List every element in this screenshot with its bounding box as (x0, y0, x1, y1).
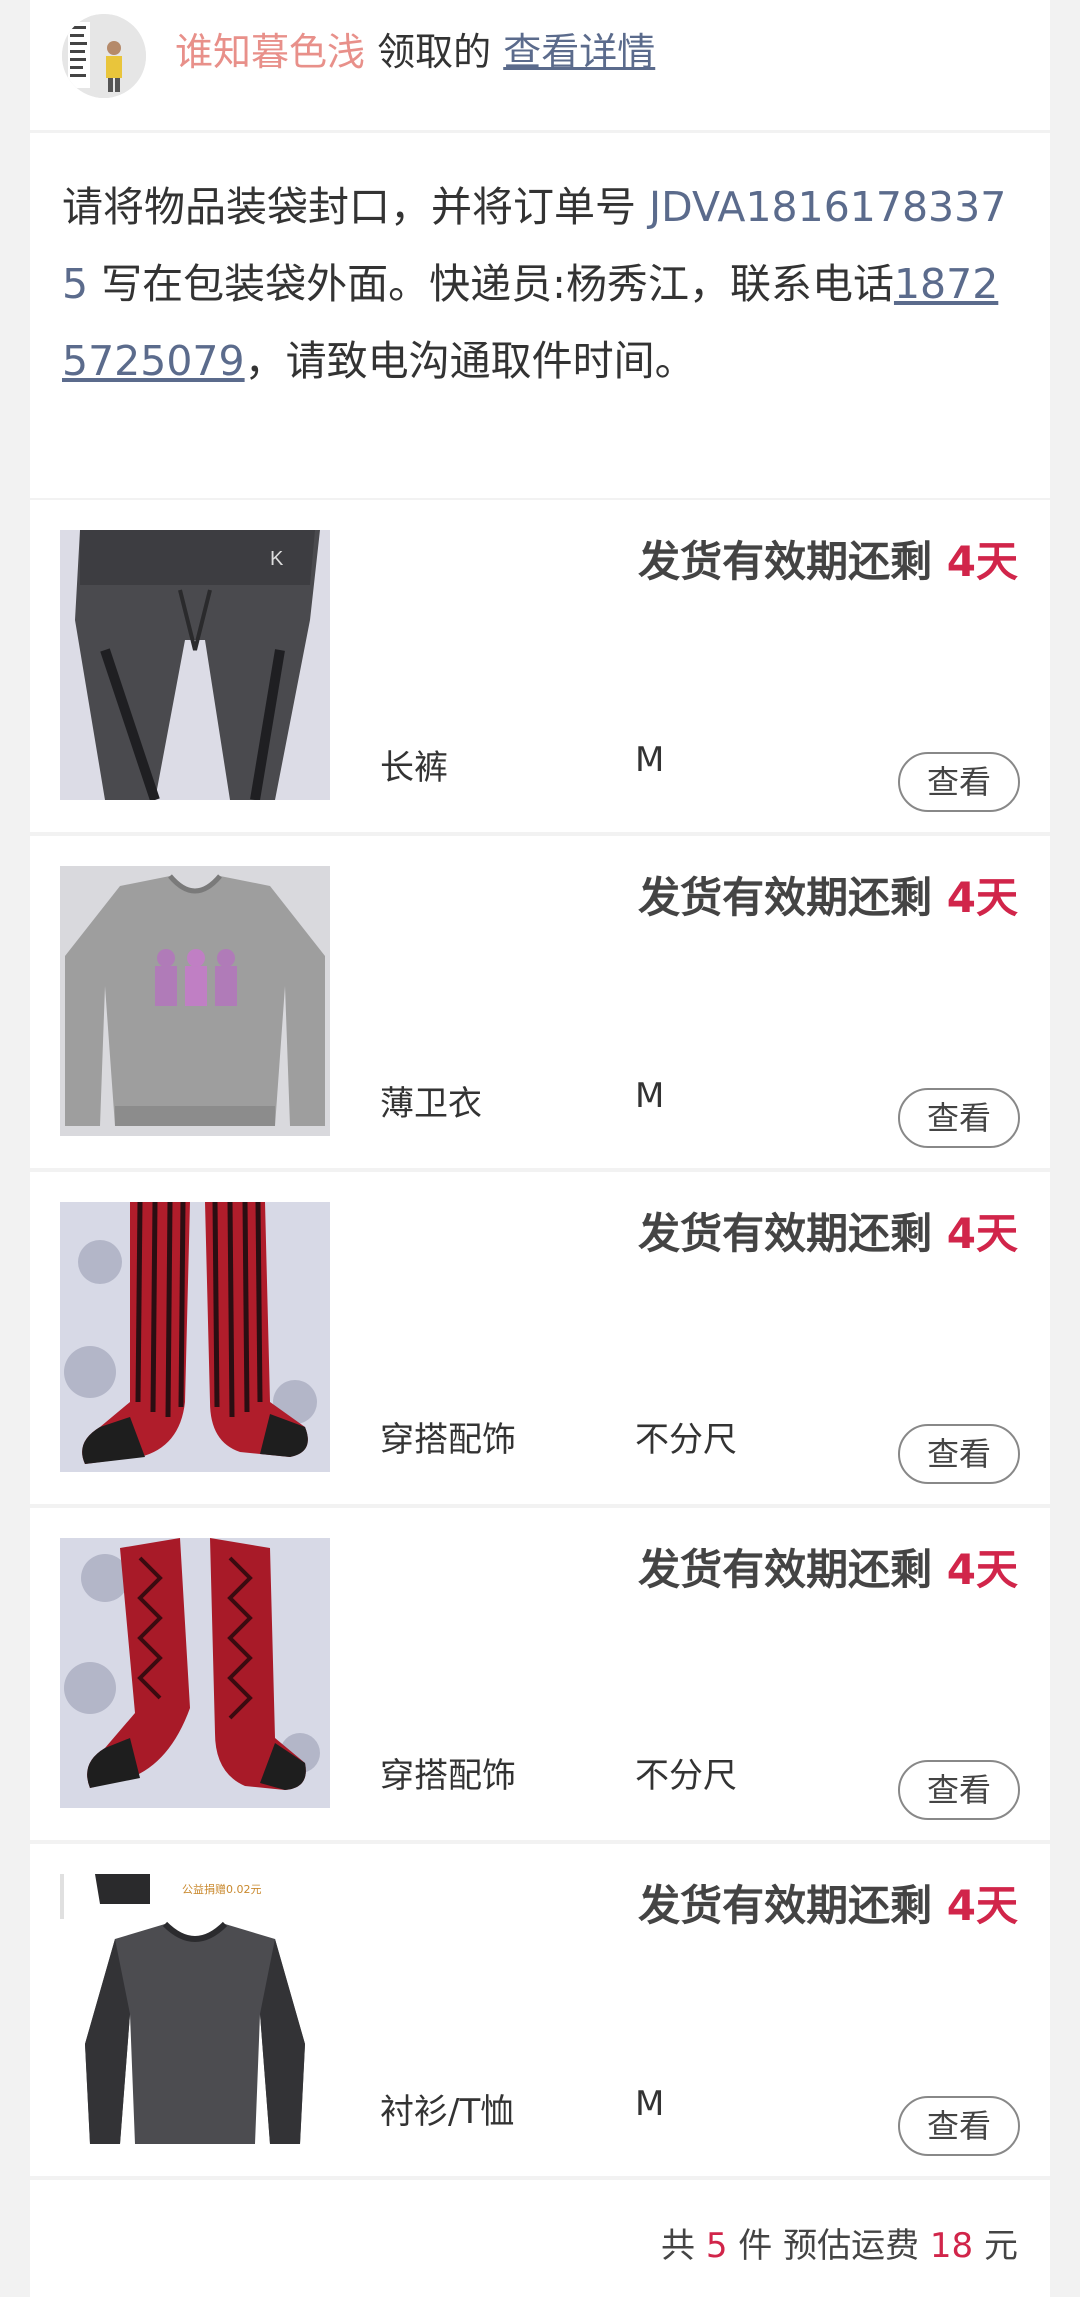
deadline-label: 发货有效期还剩 (638, 1209, 933, 1258)
claimed-text: 领取的 (377, 30, 492, 74)
pants-photo-icon[interactable]: K (60, 530, 330, 800)
item-card: 发货有效期还剩 4天 薄卫衣 M 查看 (30, 836, 1050, 1168)
receiver-name[interactable]: 谁知暮色浅 (175, 30, 365, 74)
order-summary: 共 5 件 预估运费 18 元 (661, 2218, 1018, 2267)
instruction-text-1: 请将物品装袋封口，并将订单号 (62, 183, 650, 231)
deadline-label: 发货有效期还剩 (638, 873, 933, 922)
summary-mid: 件 预估运费 (727, 2226, 930, 2266)
item-card: 发货有效期还剩 4天 穿搭配饰 不分尺 查看 (30, 1508, 1050, 1840)
view-button[interactable]: 查看 (898, 1760, 1020, 1820)
item-name: 衬衫/T恤 (380, 2092, 515, 2132)
svg-text:K: K (270, 548, 284, 570)
item-size: M (635, 2084, 665, 2124)
shipping-fee: 18 (929, 2226, 974, 2266)
summary-prefix: 共 (661, 2226, 706, 2266)
tshirt-photo-icon[interactable]: 公益捐赠0.02元 (60, 1874, 330, 2144)
summary-suffix: 元 (973, 2226, 1018, 2266)
instruction-text-2: 写在包装袋外面。快递员:杨秀江，联系电话 (88, 260, 894, 308)
deadline-label: 发货有效期还剩 (638, 1545, 933, 1594)
order-summary-card: 共 5 件 预估运费 18 元 (30, 2180, 1050, 2297)
item-name: 长裤 (380, 748, 448, 788)
shipping-deadline: 发货有效期还剩 4天 (638, 1200, 1018, 1261)
item-card: 公益捐赠0.02元 发货有效期还剩 4天 衬衫/T恤 M 查看 (30, 1844, 1050, 2176)
days-remaining: 4天 (946, 1209, 1018, 1258)
item-size: 不分尺 (635, 1420, 737, 1460)
item-name: 穿搭配饰 (380, 1756, 516, 1796)
view-button[interactable]: 查看 (898, 1088, 1020, 1148)
header-card: 谁知暮色浅 领取的 查看详情 (30, 0, 1050, 130)
item-name: 穿搭配饰 (380, 1420, 516, 1460)
item-card: K 发货有效期还剩 4天 长裤 M 查看 (30, 500, 1050, 832)
patterned-socks-photo-icon[interactable] (60, 1538, 330, 1808)
deadline-label: 发货有效期还剩 (638, 537, 933, 586)
shipping-deadline: 发货有效期还剩 4天 (638, 528, 1018, 589)
days-remaining: 4天 (946, 873, 1018, 922)
packing-instructions: 请将物品装袋封口，并将订单号 JDVA18161783375 写在包装袋外面。快… (62, 169, 1018, 400)
item-size: M (635, 740, 665, 780)
instruction-text-3: ，请致电沟通取件时间。 (244, 337, 696, 385)
shipping-deadline: 发货有效期还剩 4天 (638, 864, 1018, 925)
donation-tag: 公益捐赠0.02元 (182, 1882, 262, 1896)
item-card: 发货有效期还剩 4天 穿搭配饰 不分尺 查看 (30, 1172, 1050, 1504)
view-button[interactable]: 查看 (898, 1424, 1020, 1484)
days-remaining: 4天 (946, 537, 1018, 586)
item-size: 不分尺 (635, 1756, 737, 1796)
shipping-deadline: 发货有效期还剩 4天 (638, 1536, 1018, 1597)
sweatshirt-photo-icon[interactable] (60, 866, 330, 1136)
striped-socks-photo-icon[interactable] (60, 1202, 330, 1472)
deadline-label: 发货有效期还剩 (638, 1881, 933, 1930)
avatar[interactable] (62, 14, 146, 98)
shipping-deadline: 发货有效期还剩 4天 (638, 1872, 1018, 1933)
donation-order-page: 谁知暮色浅 领取的 查看详情 请将物品装袋封口，并将订单号 JDVA181617… (0, 0, 1080, 2297)
claim-line: 谁知暮色浅 领取的 查看详情 (175, 24, 655, 80)
packing-instructions-card: 请将物品装袋封口，并将订单号 JDVA18161783375 写在包装袋外面。快… (30, 133, 1050, 498)
item-size: M (635, 1076, 665, 1116)
item-name: 薄卫衣 (380, 1084, 482, 1124)
view-button[interactable]: 查看 (898, 2096, 1020, 2156)
view-details-link[interactable]: 查看详情 (503, 30, 655, 74)
view-button[interactable]: 查看 (898, 752, 1020, 812)
days-remaining: 4天 (946, 1545, 1018, 1594)
days-remaining: 4天 (946, 1881, 1018, 1930)
item-count: 5 (705, 2226, 728, 2266)
